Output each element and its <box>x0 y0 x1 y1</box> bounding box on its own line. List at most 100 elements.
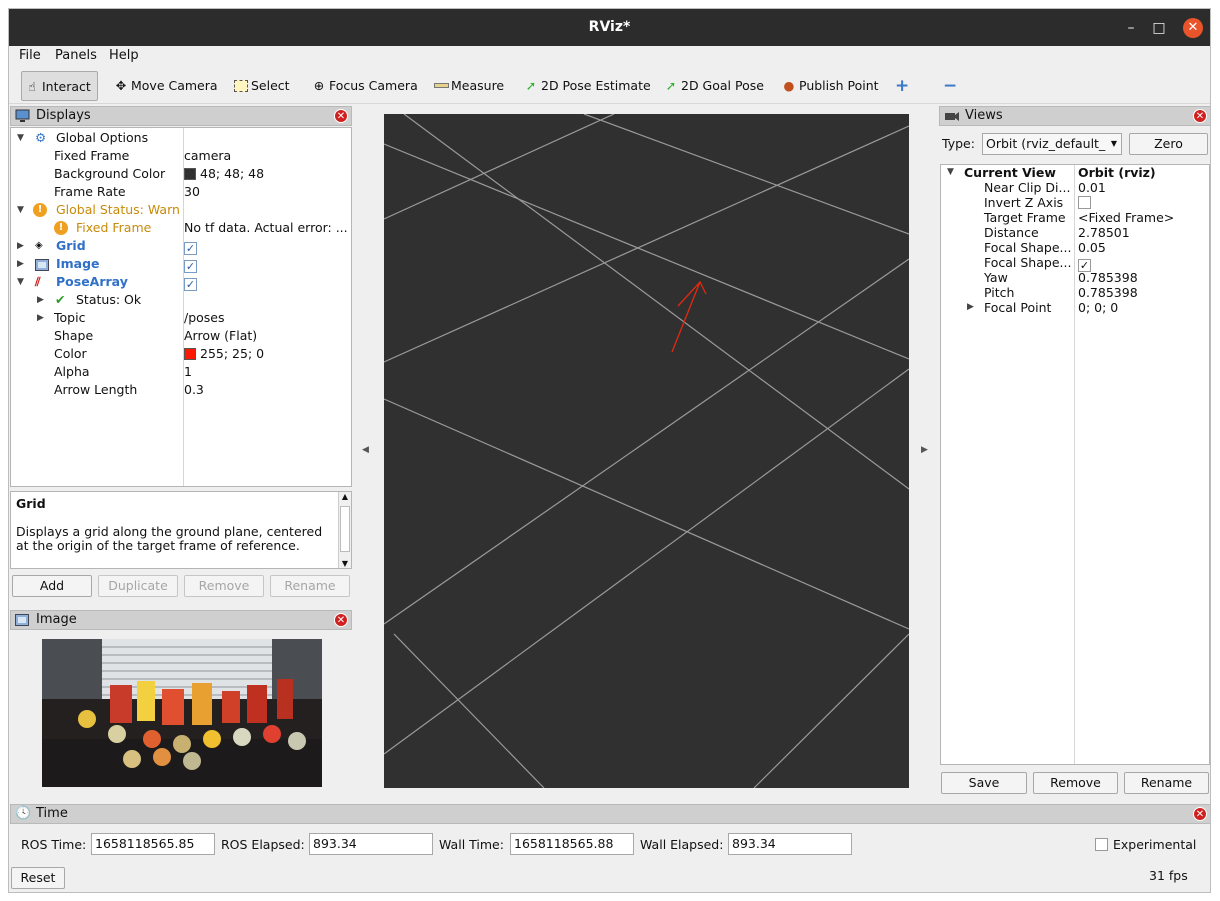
scroll-down-icon[interactable]: ▼ <box>339 559 351 568</box>
add-display-button[interactable]: Add <box>12 575 92 597</box>
tree-row-focal-shape-size[interactable]: Focal Shape... 0.05 <box>941 240 1209 255</box>
ros-elapsed-field[interactable]: 893.34 <box>309 833 433 855</box>
tree-row-frame-rate[interactable]: Frame Rate 30 <box>11 183 351 201</box>
expand-arrow-icon[interactable]: ▼ <box>17 129 27 147</box>
tree-row-target-frame[interactable]: Target Frame <Fixed Frame> <box>941 210 1209 225</box>
tree-row-topic[interactable]: ▶ Topic /poses <box>11 309 351 327</box>
expand-arrow-icon[interactable]: ▼ <box>947 165 957 180</box>
reset-button[interactable]: Reset <box>11 867 65 889</box>
checkbox[interactable] <box>1078 196 1091 209</box>
alpha-value[interactable]: 1 <box>184 363 349 381</box>
pitch-value[interactable]: 0.785398 <box>1078 285 1138 300</box>
tree-row-yaw[interactable]: Yaw 0.785398 <box>941 270 1209 285</box>
tree-row-fixed-frame-status[interactable]: ! Fixed Frame No tf data. Actual error: … <box>11 219 351 237</box>
remove-tool-button[interactable]: − <box>943 75 957 97</box>
collapse-right-arrow-icon[interactable]: ▶ <box>921 445 928 455</box>
ros-time-field[interactable]: 1658118565.85 <box>91 833 215 855</box>
expand-arrow-icon[interactable]: ▼ <box>17 273 27 291</box>
rename-view-button[interactable]: Rename <box>1124 772 1209 794</box>
menu-file[interactable]: File <box>19 48 41 63</box>
tree-row-color[interactable]: Color 255; 25; 0 <box>11 345 351 363</box>
collapse-left-arrow-icon[interactable]: ◀ <box>362 445 369 455</box>
tree-row-global-status[interactable]: ▼ ! Global Status: Warn <box>11 201 351 219</box>
menu-help[interactable]: Help <box>109 48 139 63</box>
collapse-arrow-icon[interactable]: ▶ <box>37 291 47 309</box>
collapse-arrow-icon[interactable]: ▶ <box>967 300 977 315</box>
color-value[interactable]: 255; 25; 0 <box>184 345 349 363</box>
background-color-value[interactable]: 48; 48; 48 <box>184 165 349 183</box>
close-time-panel-icon[interactable]: ✕ <box>1193 807 1207 821</box>
expand-arrow-icon[interactable]: ▼ <box>17 201 27 219</box>
focal-point-value[interactable]: 0; 0; 0 <box>1078 300 1118 315</box>
tree-row-status-ok[interactable]: ▶ ✔ Status: Ok <box>11 291 351 309</box>
tree-row-grid[interactable]: ▶ ◈ Grid ✓ <box>11 237 351 255</box>
zero-button[interactable]: Zero <box>1129 133 1208 155</box>
menu-panels[interactable]: Panels <box>55 48 97 63</box>
tree-row-pitch[interactable]: Pitch 0.785398 <box>941 285 1209 300</box>
add-tool-button[interactable]: + <box>895 75 909 97</box>
view-type-select[interactable]: Orbit (rviz_default_ ▼ <box>982 133 1122 155</box>
tool-move-camera[interactable]: ✥ Move Camera <box>113 75 218 97</box>
tree-row-alpha[interactable]: Alpha 1 <box>11 363 351 381</box>
tool-measure[interactable]: Measure <box>433 75 504 97</box>
tool-select[interactable]: Select <box>233 75 290 97</box>
remove-display-button[interactable]: Remove <box>184 575 264 597</box>
tool-interact[interactable]: ☝ Interact <box>21 71 98 101</box>
tree-row-arrow-length[interactable]: Arrow Length 0.3 <box>11 381 351 399</box>
collapse-arrow-icon[interactable]: ▶ <box>17 237 27 255</box>
fixed-frame-value[interactable]: camera <box>184 147 349 165</box>
topic-value[interactable]: /poses <box>184 309 349 327</box>
save-view-button[interactable]: Save <box>941 772 1027 794</box>
experimental-checkbox[interactable] <box>1095 838 1108 851</box>
tree-row-global-options[interactable]: ▼ ⚙ Global Options <box>11 129 351 147</box>
pose-array-enabled-checkbox[interactable]: ✓ <box>184 273 349 291</box>
tree-row-distance[interactable]: Distance 2.78501 <box>941 225 1209 240</box>
rename-display-button[interactable]: Rename <box>270 575 350 597</box>
grid-enabled-checkbox[interactable]: ✓ <box>184 237 349 255</box>
tool-focus-camera[interactable]: ⊕ Focus Camera <box>311 75 418 97</box>
yaw-value[interactable]: 0.785398 <box>1078 270 1138 285</box>
collapse-arrow-icon[interactable]: ▶ <box>37 309 47 327</box>
frame-rate-value[interactable]: 30 <box>184 183 349 201</box>
tree-row-invert-z[interactable]: Invert Z Axis <box>941 195 1209 210</box>
focal-shape-size-value[interactable]: 0.05 <box>1078 240 1106 255</box>
checkbox[interactable]: ✓ <box>184 242 197 255</box>
checkbox[interactable]: ✓ <box>184 260 197 273</box>
target-frame-value[interactable]: <Fixed Frame> <box>1078 210 1174 225</box>
close-image-panel-icon[interactable]: ✕ <box>334 613 348 627</box>
maximize-button[interactable]: □ <box>1149 18 1169 38</box>
tool-2d-goal-pose[interactable]: ➚ 2D Goal Pose <box>663 75 764 97</box>
wall-time-field[interactable]: 1658118565.88 <box>510 833 634 855</box>
tool-publish-point[interactable]: ● Publish Point <box>781 75 879 97</box>
arrow-length-value[interactable]: 0.3 <box>184 381 349 399</box>
checkbox[interactable]: ✓ <box>184 278 197 291</box>
close-displays-panel-icon[interactable]: ✕ <box>334 109 348 123</box>
tree-row-background-color[interactable]: Background Color 48; 48; 48 <box>11 165 351 183</box>
tree-row-current-view[interactable]: ▼ Current View Orbit (rviz) <box>941 165 1209 180</box>
scroll-thumb[interactable] <box>340 506 350 552</box>
tool-2d-pose-estimate[interactable]: ➚ 2D Pose Estimate <box>523 75 651 97</box>
tree-row-focal-point[interactable]: ▶ Focal Point 0; 0; 0 <box>941 300 1209 315</box>
wall-elapsed-field[interactable]: 893.34 <box>728 833 852 855</box>
invert-z-checkbox[interactable] <box>1078 195 1091 210</box>
render-viewport[interactable] <box>384 114 909 788</box>
image-enabled-checkbox[interactable]: ✓ <box>184 255 349 273</box>
minimize-button[interactable]: – <box>1121 18 1141 38</box>
tree-row-fixed-frame[interactable]: Fixed Frame camera <box>11 147 351 165</box>
close-views-panel-icon[interactable]: ✕ <box>1193 109 1207 123</box>
collapse-arrow-icon[interactable]: ▶ <box>17 255 27 273</box>
description-scrollbar[interactable]: ▲ ▼ <box>338 492 351 568</box>
duplicate-display-button[interactable]: Duplicate <box>98 575 178 597</box>
tree-row-pose-array[interactable]: ▼ ⫽ PoseArray ✓ <box>11 273 351 291</box>
distance-value[interactable]: 2.78501 <box>1078 225 1130 240</box>
scroll-up-icon[interactable]: ▲ <box>339 492 351 501</box>
grid-render[interactable] <box>384 114 909 788</box>
tree-row-shape[interactable]: Shape Arrow (Flat) <box>11 327 351 345</box>
remove-view-button[interactable]: Remove <box>1033 772 1118 794</box>
tree-row-image[interactable]: ▶ Image ✓ <box>11 255 351 273</box>
tree-row-near-clip[interactable]: Near Clip Di... 0.01 <box>941 180 1209 195</box>
tree-row-focal-shape-fixed[interactable]: Focal Shape... ✓ <box>941 255 1209 272</box>
near-clip-value[interactable]: 0.01 <box>1078 180 1106 195</box>
close-window-button[interactable]: ✕ <box>1183 18 1203 38</box>
shape-value[interactable]: Arrow (Flat) <box>184 327 349 345</box>
